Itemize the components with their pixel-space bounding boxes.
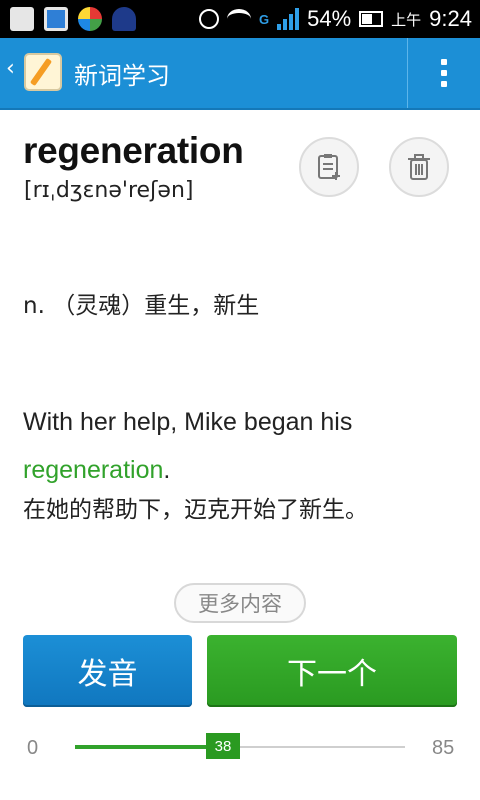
more-content-button[interactable]: 更多内容 [174, 583, 306, 623]
progress-fill [75, 745, 223, 749]
signal-icon [277, 8, 300, 30]
progress-slider[interactable]: 38 [75, 733, 405, 759]
add-note-icon [318, 154, 340, 180]
trash-icon [408, 154, 430, 180]
overflow-menu-button[interactable] [408, 38, 480, 108]
alarm-icon [198, 9, 219, 29]
add-notification-icon [10, 7, 34, 31]
progress-min: 0 [27, 737, 39, 759]
lock-notification-icon [112, 7, 136, 31]
app-logo-icon[interactable] [24, 53, 62, 91]
progress-thumb[interactable]: 38 [206, 733, 240, 759]
clock-time: 9:24 [429, 6, 472, 31]
example-text-before: With her help, Mike began his [23, 408, 353, 436]
example-translation: 在她的帮助下，迈克开始了新生。 [23, 497, 368, 523]
photo-notification-icon [44, 7, 68, 31]
example-highlight-word: regeneration [23, 456, 164, 484]
add-note-button[interactable] [299, 137, 359, 197]
action-bar: ‹ 新词学习 [0, 38, 480, 110]
page-title: 新词学习 [74, 62, 170, 90]
status-bar: G 54% 上午 9:24 [0, 0, 480, 38]
system-status: G 54% 上午 9:24 [198, 5, 472, 33]
app-notification-icon [78, 7, 102, 31]
progress-max: 85 [432, 737, 455, 759]
word-definition: n. （灵魂）重生，新生 [23, 293, 260, 319]
battery-percent: 54% [307, 6, 352, 31]
time-ampm: 上午 [391, 11, 422, 29]
battery-icon [359, 11, 384, 27]
network-type-label: G [258, 11, 270, 27]
next-button[interactable]: 下一个 [207, 635, 457, 707]
word-phonetic: [rɪˌdʒɛnə'reʃən] [24, 178, 194, 203]
example-sentence: With her help, Mike began his regenerati… [23, 398, 463, 494]
word-headword: regeneration [23, 130, 244, 171]
wifi-icon [226, 9, 251, 29]
pronounce-button[interactable]: 发音 [23, 635, 192, 707]
notification-icons [10, 7, 136, 31]
delete-button[interactable] [389, 137, 449, 197]
chevron-left-icon[interactable]: ‹ [6, 56, 15, 81]
example-text-after: . [163, 456, 171, 484]
